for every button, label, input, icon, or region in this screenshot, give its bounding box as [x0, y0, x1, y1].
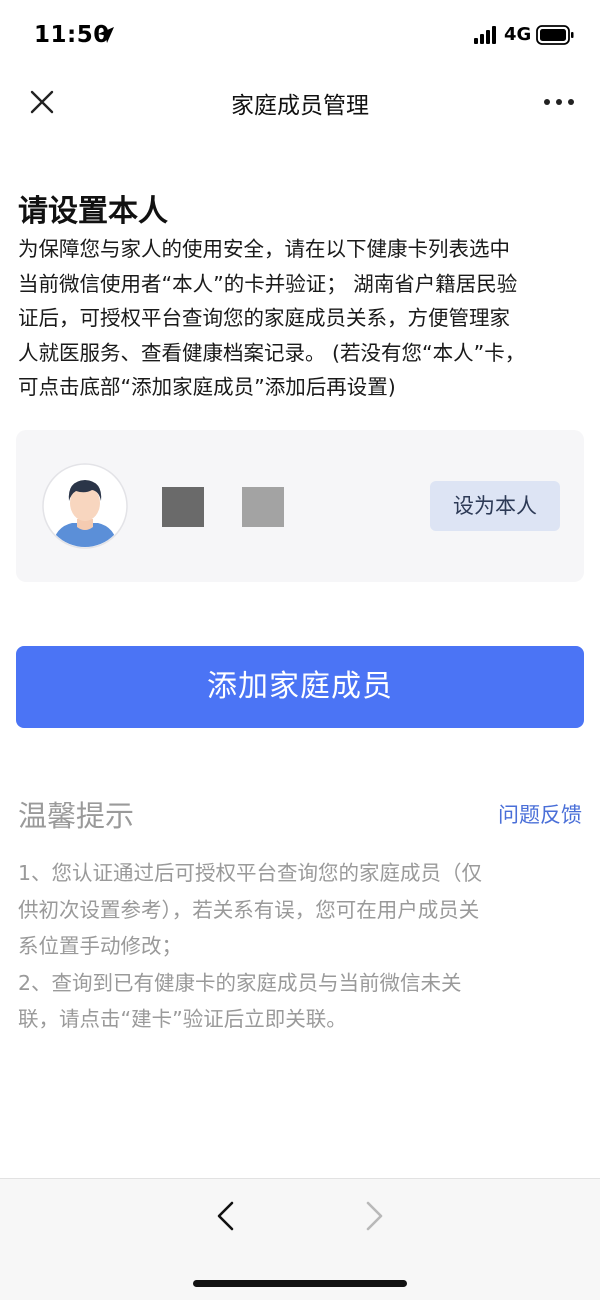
feedback-link[interactable]: 问题反馈 — [498, 799, 582, 829]
back-chevron-icon[interactable] — [206, 1199, 246, 1233]
tip-line: 1、您认证通过后可授权平台查询您的家庭成员（仅 — [18, 861, 483, 885]
page-title: 家庭成员管理 — [231, 93, 369, 119]
intro-line: 当前微信使用者“本人”的卡并验证； 湖南省户籍居民验 — [18, 271, 518, 296]
network-type: 4G — [504, 24, 532, 45]
tip-item: 2、查询到已有健康卡的家庭成员与当前微信未关 联，请点击“建卡”验证后立即关联。 — [18, 965, 584, 1038]
tip-item: 1、您认证通过后可授权平台查询您的家庭成员（仅 供初次设置参考），若关系有误，您… — [18, 855, 584, 965]
location-arrow-icon — [98, 27, 114, 43]
intro-line: 可点击底部“添加家庭成员”添加后再设置) — [18, 375, 396, 399]
user-avatar-icon — [42, 463, 128, 549]
forward-chevron-icon — [366, 1201, 383, 1231]
tip-line: 系位置手动修改； — [18, 934, 182, 958]
intro-line: 人就医服务、查看健康档案记录。 (若没有您“本人”卡， — [18, 340, 526, 365]
intro-line: 为保障您与家人的使用安全，请在以下健康卡列表选中 — [18, 237, 510, 261]
tip-line: 供初次设置参考），若关系有误，您可在用户成员关 — [18, 897, 480, 922]
intro-line: 证后，可授权平台查询您的家庭成员关系，方便管理家 — [18, 306, 510, 330]
tip-line: 2、查询到已有健康卡的家庭成员与当前微信未关 — [18, 970, 462, 995]
masked-name-char — [162, 487, 204, 527]
signal-bars-icon — [474, 26, 496, 44]
intro-description: 为保障您与家人的使用安全，请在以下健康卡列表选中 当前微信使用者“本人”的卡并验… — [18, 232, 584, 405]
section-heading: 请设置本人 — [18, 194, 168, 229]
home-indicator[interactable] — [193, 1280, 407, 1287]
bottom-toolbar — [0, 1178, 600, 1300]
add-family-member-button[interactable]: 添加家庭成员 — [16, 646, 584, 728]
tip-line: 联，请点击“建卡”验证后立即关联。 — [18, 1007, 347, 1031]
tips-title: 温馨提示 — [18, 799, 135, 833]
more-dots-icon[interactable] — [536, 88, 582, 116]
masked-name-char — [242, 487, 284, 527]
tips-list: 1、您认证通过后可授权平台查询您的家庭成员（仅 供初次设置参考），若关系有误，您… — [18, 855, 584, 1038]
member-card: 设为本人 — [16, 430, 584, 582]
battery-icon — [536, 25, 574, 45]
set-as-self-button[interactable]: 设为本人 — [430, 481, 560, 531]
status-bar: 11:50 4G — [0, 0, 600, 72]
nav-bar: 家庭成员管理 — [0, 72, 600, 132]
